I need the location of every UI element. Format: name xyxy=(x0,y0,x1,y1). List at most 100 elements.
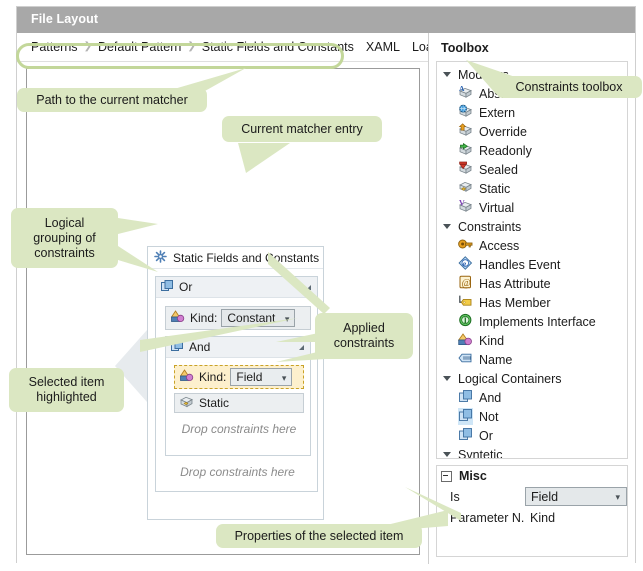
constraint-static[interactable]: Static xyxy=(174,393,304,413)
or-icon xyxy=(161,280,173,295)
toolbox-group-label: Syntetic xyxy=(458,448,502,460)
expand-triangle-icon[interactable] xyxy=(443,452,451,457)
toolbox-item-label: Kind xyxy=(479,334,504,348)
toolbox-item-label: Not xyxy=(479,410,498,424)
toolbox-item-sealed[interactable]: Sealed xyxy=(437,160,627,179)
not-icon xyxy=(458,408,473,425)
callout-constraints-toolbox: Constraints toolbox xyxy=(496,76,642,98)
pattern-editor-pane: Patterns ❯ Default Pattern ❯ Static Fiel… xyxy=(17,33,428,564)
has-attribute-icon: @ xyxy=(458,275,473,292)
property-row-parameter-name[interactable]: Parameter N... Kind xyxy=(437,507,627,528)
properties-category-row[interactable]: Misc xyxy=(437,466,627,486)
kind-value-text: Field xyxy=(236,370,262,384)
window-title-bar: File Layout xyxy=(17,7,635,33)
handles-event-icon: e xyxy=(458,256,473,273)
toolbox-item-access[interactable]: Access xyxy=(437,236,627,255)
property-value-text-wrap[interactable]: Kind xyxy=(525,507,627,528)
toolbox-item-label: Has Member xyxy=(479,296,551,310)
access-key-icon xyxy=(458,237,473,254)
toolbox-item-label: Sealed xyxy=(479,163,518,177)
toolbox-item-label: Readonly xyxy=(479,144,532,158)
toolbox-item-implements-interface[interactable]: I Implements Interface xyxy=(437,312,627,331)
svg-text:V: V xyxy=(459,199,465,207)
toolbox-item-kind[interactable]: Kind xyxy=(437,331,627,350)
override-icon xyxy=(458,123,473,140)
toolbox-item-label: Extern xyxy=(479,106,515,120)
toolbox-item-virtual[interactable]: V Virtual xyxy=(437,198,627,217)
toolbox-item-label: Implements Interface xyxy=(479,315,596,329)
callout-logical-grouping: Logical grouping of constraints xyxy=(11,208,118,268)
toolbox-title: Toolbox xyxy=(441,41,489,55)
expand-triangle-icon[interactable] xyxy=(443,376,451,381)
toolbox-item-or[interactable]: Or xyxy=(437,426,627,445)
toolbox-item-handles-event[interactable]: e Handles Event xyxy=(437,255,627,274)
toolbox-item-label: Or xyxy=(479,429,493,443)
toolbox-item-label: Override xyxy=(479,125,527,139)
breadcrumb: Patterns ❯ Default Pattern ❯ Static Fiel… xyxy=(17,33,428,62)
callout-current-matcher-entry: Current matcher entry xyxy=(222,116,382,142)
toolbox-item-static[interactable]: Static xyxy=(437,179,627,198)
svg-text:@: @ xyxy=(462,278,471,289)
toolbox-group-label: Constraints xyxy=(458,220,521,234)
virtual-icon: V xyxy=(458,199,473,216)
constraint-kind-label: Kind: xyxy=(199,370,226,384)
pointer-logical-grouping xyxy=(118,212,158,274)
constraint-static-label: Static xyxy=(199,396,229,410)
callout-applied-constraints: Applied constraints xyxy=(315,313,413,359)
property-value-text: Kind xyxy=(530,511,555,525)
or-icon xyxy=(458,427,473,444)
toolbox-item-label: Static xyxy=(479,182,510,196)
toolbox-item-name[interactable]: Name xyxy=(437,350,627,369)
svg-text:A: A xyxy=(459,85,465,93)
breadcrumb-item-patterns[interactable]: Patterns xyxy=(31,40,78,54)
toolbox-item-label: Has Attribute xyxy=(479,277,551,291)
constraint-kind-field[interactable]: Kind: Field ▾ xyxy=(174,365,304,389)
toolbox-group-logical-containers[interactable]: Logical Containers xyxy=(437,369,627,388)
property-row-is[interactable]: Is Field ▾ xyxy=(437,486,627,507)
breadcrumb-separator-icon: ❯ xyxy=(187,42,195,52)
or-group-drop-hint[interactable]: Drop constraints here xyxy=(156,465,319,479)
callout-properties: Properties of the selected item xyxy=(216,524,422,548)
toolbox-item-has-member[interactable]: Has Member xyxy=(437,293,627,312)
static-icon xyxy=(458,180,473,197)
kind-icon xyxy=(458,332,473,349)
implements-interface-icon: I xyxy=(458,313,473,330)
property-value-combo[interactable]: Field ▾ xyxy=(525,487,627,506)
toolbox-item-label: Virtual xyxy=(479,201,514,215)
readonly-icon xyxy=(458,142,473,159)
toolbox-list[interactable]: Modifiers A Abstract xyxy=(436,61,628,459)
tab-xaml[interactable]: XAML xyxy=(366,40,400,54)
expand-triangle-icon[interactable] xyxy=(443,224,451,229)
chevron-down-icon: ▾ xyxy=(282,374,287,383)
toolbox-group-syntetic[interactable]: Syntetic xyxy=(437,445,627,459)
toolbox-item-has-attribute[interactable]: @ Has Attribute xyxy=(437,274,627,293)
expand-triangle-icon[interactable] xyxy=(443,72,451,77)
breadcrumb-separator-icon: ❯ xyxy=(84,42,92,52)
pointer-current-matcher-entry xyxy=(238,143,298,173)
has-member-icon xyxy=(458,294,473,311)
callout-path-to-matcher: Path to the current matcher xyxy=(17,88,207,112)
and-icon xyxy=(458,389,473,406)
toolbox-item-extern[interactable]: Extern xyxy=(437,103,627,122)
toolbox-item-readonly[interactable]: Readonly xyxy=(437,141,627,160)
breadcrumb-item-static-fields-and-constants[interactable]: Static Fields and Constants xyxy=(202,40,354,54)
toolbox-item-label: Access xyxy=(479,239,519,253)
kind-value-combo-selected[interactable]: Field ▾ xyxy=(230,368,292,386)
toolbox-group-constraints[interactable]: Constraints xyxy=(437,217,627,236)
toolbox-item-label: Handles Event xyxy=(479,258,560,272)
toolbox-item-override[interactable]: Override xyxy=(437,122,627,141)
toolbox-item-not[interactable]: Not xyxy=(437,407,627,426)
breadcrumb-item-default-pattern[interactable]: Default Pattern xyxy=(98,40,181,54)
pointer-applied-constraints-upper xyxy=(268,252,358,314)
svg-text:I: I xyxy=(464,316,467,325)
and-group-drop-hint[interactable]: Drop constraints here xyxy=(166,422,312,436)
window-title: File Layout xyxy=(31,12,98,26)
toolbox-item-label: And xyxy=(479,391,501,405)
toolbox-item-and[interactable]: And xyxy=(437,388,627,407)
static-icon xyxy=(180,396,194,411)
toolbox-group-label: Logical Containers xyxy=(458,372,562,386)
or-group-label: Or xyxy=(179,280,192,294)
chevron-down-icon: ▾ xyxy=(615,493,620,502)
sealed-icon xyxy=(458,161,473,178)
extern-icon xyxy=(458,104,473,121)
